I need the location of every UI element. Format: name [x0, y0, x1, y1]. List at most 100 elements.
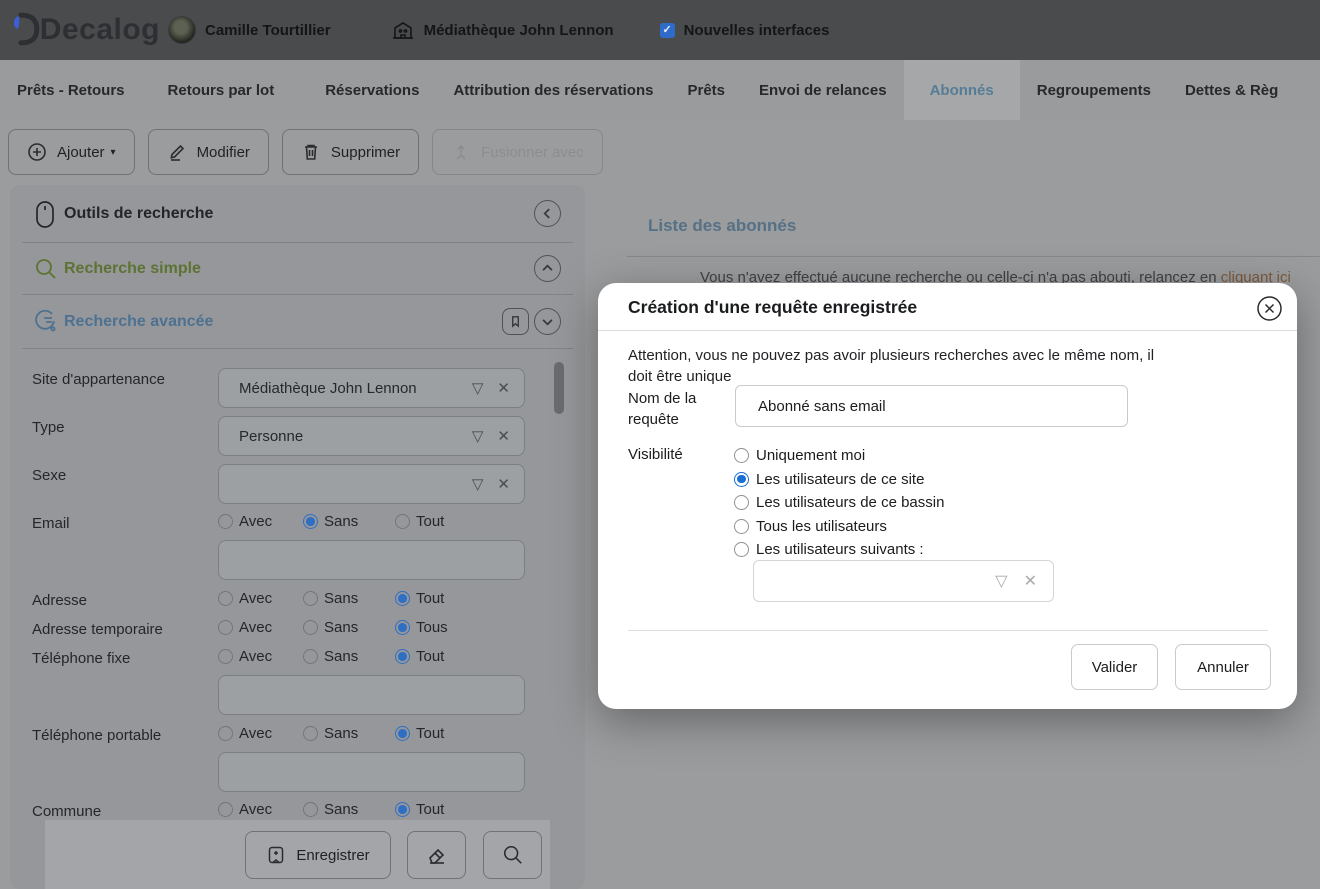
- radio-icon[interactable]: [734, 495, 749, 510]
- dropdown-icon[interactable]: ▽: [472, 475, 484, 493]
- email-input[interactable]: [218, 540, 525, 580]
- create-saved-query-modal: Création d'une requête enregistrée Atten…: [598, 283, 1297, 709]
- panel-scrollbar-thumb[interactable]: [554, 362, 564, 414]
- decalog-logo[interactable]: Decalog: [10, 10, 160, 50]
- visibility-all-users-option[interactable]: Tous les utilisateurs: [734, 518, 944, 535]
- radio-icon[interactable]: [303, 726, 318, 741]
- user-menu[interactable]: Camille Tourtillier: [168, 16, 331, 44]
- search-tools-header: Outils de recherche: [10, 185, 585, 242]
- commune-tout-option[interactable]: Tout: [395, 801, 444, 818]
- saved-queries-button[interactable]: [502, 308, 529, 335]
- adresse-temp-sans-option[interactable]: Sans: [303, 619, 395, 636]
- delete-button[interactable]: Supprimer: [281, 129, 420, 175]
- run-search-button[interactable]: [483, 831, 542, 879]
- commune-sans-option[interactable]: Sans: [303, 801, 395, 818]
- radio-icon[interactable]: [218, 802, 233, 817]
- tab-dettes[interactable]: Dettes & Règ: [1168, 60, 1295, 120]
- clear-icon[interactable]: ✕: [1024, 571, 1037, 591]
- radio-icon[interactable]: [395, 514, 410, 529]
- clear-form-button[interactable]: [407, 831, 466, 879]
- email-avec-option[interactable]: Avec: [218, 513, 303, 530]
- site-menu[interactable]: Médiathèque John Lennon: [391, 18, 614, 42]
- radio-icon[interactable]: [734, 542, 749, 557]
- edit-button[interactable]: Modifier: [147, 129, 269, 175]
- cancel-button[interactable]: Annuler: [1175, 644, 1271, 690]
- radio-icon[interactable]: [218, 649, 233, 664]
- adresse-tout-option[interactable]: Tout: [395, 590, 444, 607]
- sexe-select[interactable]: ▽ ✕: [218, 464, 525, 504]
- radio-icon[interactable]: [734, 448, 749, 463]
- dropdown-icon[interactable]: ▽: [472, 379, 484, 397]
- radio-icon[interactable]: [218, 591, 233, 606]
- new-interfaces-toggle[interactable]: ✓ Nouvelles interfaces: [659, 22, 830, 39]
- tel-portable-tout-option[interactable]: Tout: [395, 725, 444, 742]
- visibility-specific-users-option[interactable]: Les utilisateurs suivants :: [734, 541, 944, 558]
- commune-avec-option[interactable]: Avec: [218, 801, 303, 818]
- query-name-input[interactable]: [735, 385, 1128, 427]
- adresse-temp-tous-option[interactable]: Tous: [395, 619, 448, 636]
- collapse-simple-search-button[interactable]: [534, 255, 561, 282]
- telephone-fixe-input[interactable]: [218, 675, 525, 715]
- radio-icon[interactable]: [218, 514, 233, 529]
- email-tout-option[interactable]: Tout: [395, 513, 444, 530]
- tab-regroupements[interactable]: Regroupements: [1020, 60, 1168, 120]
- type-select[interactable]: Personne ▽ ✕: [218, 416, 525, 456]
- add-button[interactable]: Ajouter ▾: [8, 129, 135, 175]
- radio-icon[interactable]: [303, 591, 318, 606]
- tab-envoi-relances[interactable]: Envoi de relances: [742, 60, 904, 120]
- modal-close-button[interactable]: [1256, 295, 1283, 322]
- tel-portable-avec-option[interactable]: Avec: [218, 725, 303, 742]
- tel-fixe-tout-option[interactable]: Tout: [395, 648, 444, 665]
- tab-retours-par-lot[interactable]: Retours par lot: [151, 60, 292, 120]
- radio-icon[interactable]: [734, 518, 749, 534]
- tab-prets-retours[interactable]: Prêts - Retours: [0, 60, 142, 120]
- visibility-only-me-option[interactable]: Uniquement moi: [734, 447, 944, 464]
- adresse-temp-avec-option[interactable]: Avec: [218, 619, 303, 636]
- search-tools-title: Outils de recherche: [64, 204, 214, 222]
- tab-reservations[interactable]: Réservations: [308, 60, 436, 120]
- radio-icon[interactable]: [303, 620, 318, 635]
- radio-selected-icon[interactable]: [395, 620, 410, 635]
- clear-icon[interactable]: ✕: [497, 379, 510, 397]
- radio-selected-icon[interactable]: [395, 591, 410, 606]
- visibility-site-users-option[interactable]: Les utilisateurs de ce site: [734, 471, 944, 488]
- adresse-sans-option[interactable]: Sans: [303, 590, 395, 607]
- validate-button[interactable]: Valider: [1071, 644, 1158, 690]
- dropdown-icon[interactable]: ▽: [995, 571, 1007, 591]
- collapse-advanced-search-button[interactable]: [534, 308, 561, 335]
- visibility-radio-group: Uniquement moi Les utilisateurs de ce si…: [734, 447, 944, 558]
- advanced-search-header[interactable]: Recherche avancée: [10, 295, 585, 348]
- visibility-bassin-users-option[interactable]: Les utilisateurs de ce bassin: [734, 494, 944, 511]
- radio-icon[interactable]: [218, 620, 233, 635]
- eraser-icon: [428, 848, 444, 864]
- radio-selected-icon[interactable]: [395, 802, 410, 817]
- site-select[interactable]: Médiathèque John Lennon ▽ ✕: [218, 368, 525, 408]
- clear-icon[interactable]: ✕: [497, 475, 510, 493]
- save-query-button[interactable]: Enregistrer: [245, 831, 391, 879]
- dropdown-icon[interactable]: ▽: [472, 427, 484, 445]
- email-sans-option[interactable]: Sans: [303, 513, 395, 530]
- checkbox-checked-icon[interactable]: ✓: [659, 22, 675, 38]
- tel-fixe-avec-option[interactable]: Avec: [218, 648, 303, 665]
- mouse-icon: [36, 200, 54, 228]
- search-icon: [36, 258, 56, 279]
- tel-fixe-sans-option[interactable]: Sans: [303, 648, 395, 665]
- radio-selected-icon[interactable]: [395, 649, 410, 664]
- simple-search-header[interactable]: Recherche simple: [10, 243, 585, 294]
- tab-attribution-reservations[interactable]: Attribution des réservations: [436, 60, 670, 120]
- collapse-panel-button[interactable]: [534, 200, 561, 227]
- tab-abonnes[interactable]: Abonnés: [903, 60, 1020, 120]
- radio-icon[interactable]: [303, 802, 318, 817]
- tel-portable-sans-option[interactable]: Sans: [303, 725, 395, 742]
- tab-prets[interactable]: Prêts: [670, 60, 742, 120]
- telephone-portable-input[interactable]: [218, 752, 525, 792]
- radio-selected-icon[interactable]: [734, 471, 749, 487]
- merge-button[interactable]: Fusionner avec: [432, 129, 603, 175]
- adresse-avec-option[interactable]: Avec: [218, 590, 303, 607]
- specific-users-select[interactable]: ▽ ✕: [753, 560, 1054, 602]
- clear-icon[interactable]: ✕: [497, 427, 510, 445]
- radio-selected-icon[interactable]: [303, 514, 318, 529]
- radio-icon[interactable]: [303, 649, 318, 664]
- radio-icon[interactable]: [218, 726, 233, 741]
- radio-selected-icon[interactable]: [395, 726, 410, 741]
